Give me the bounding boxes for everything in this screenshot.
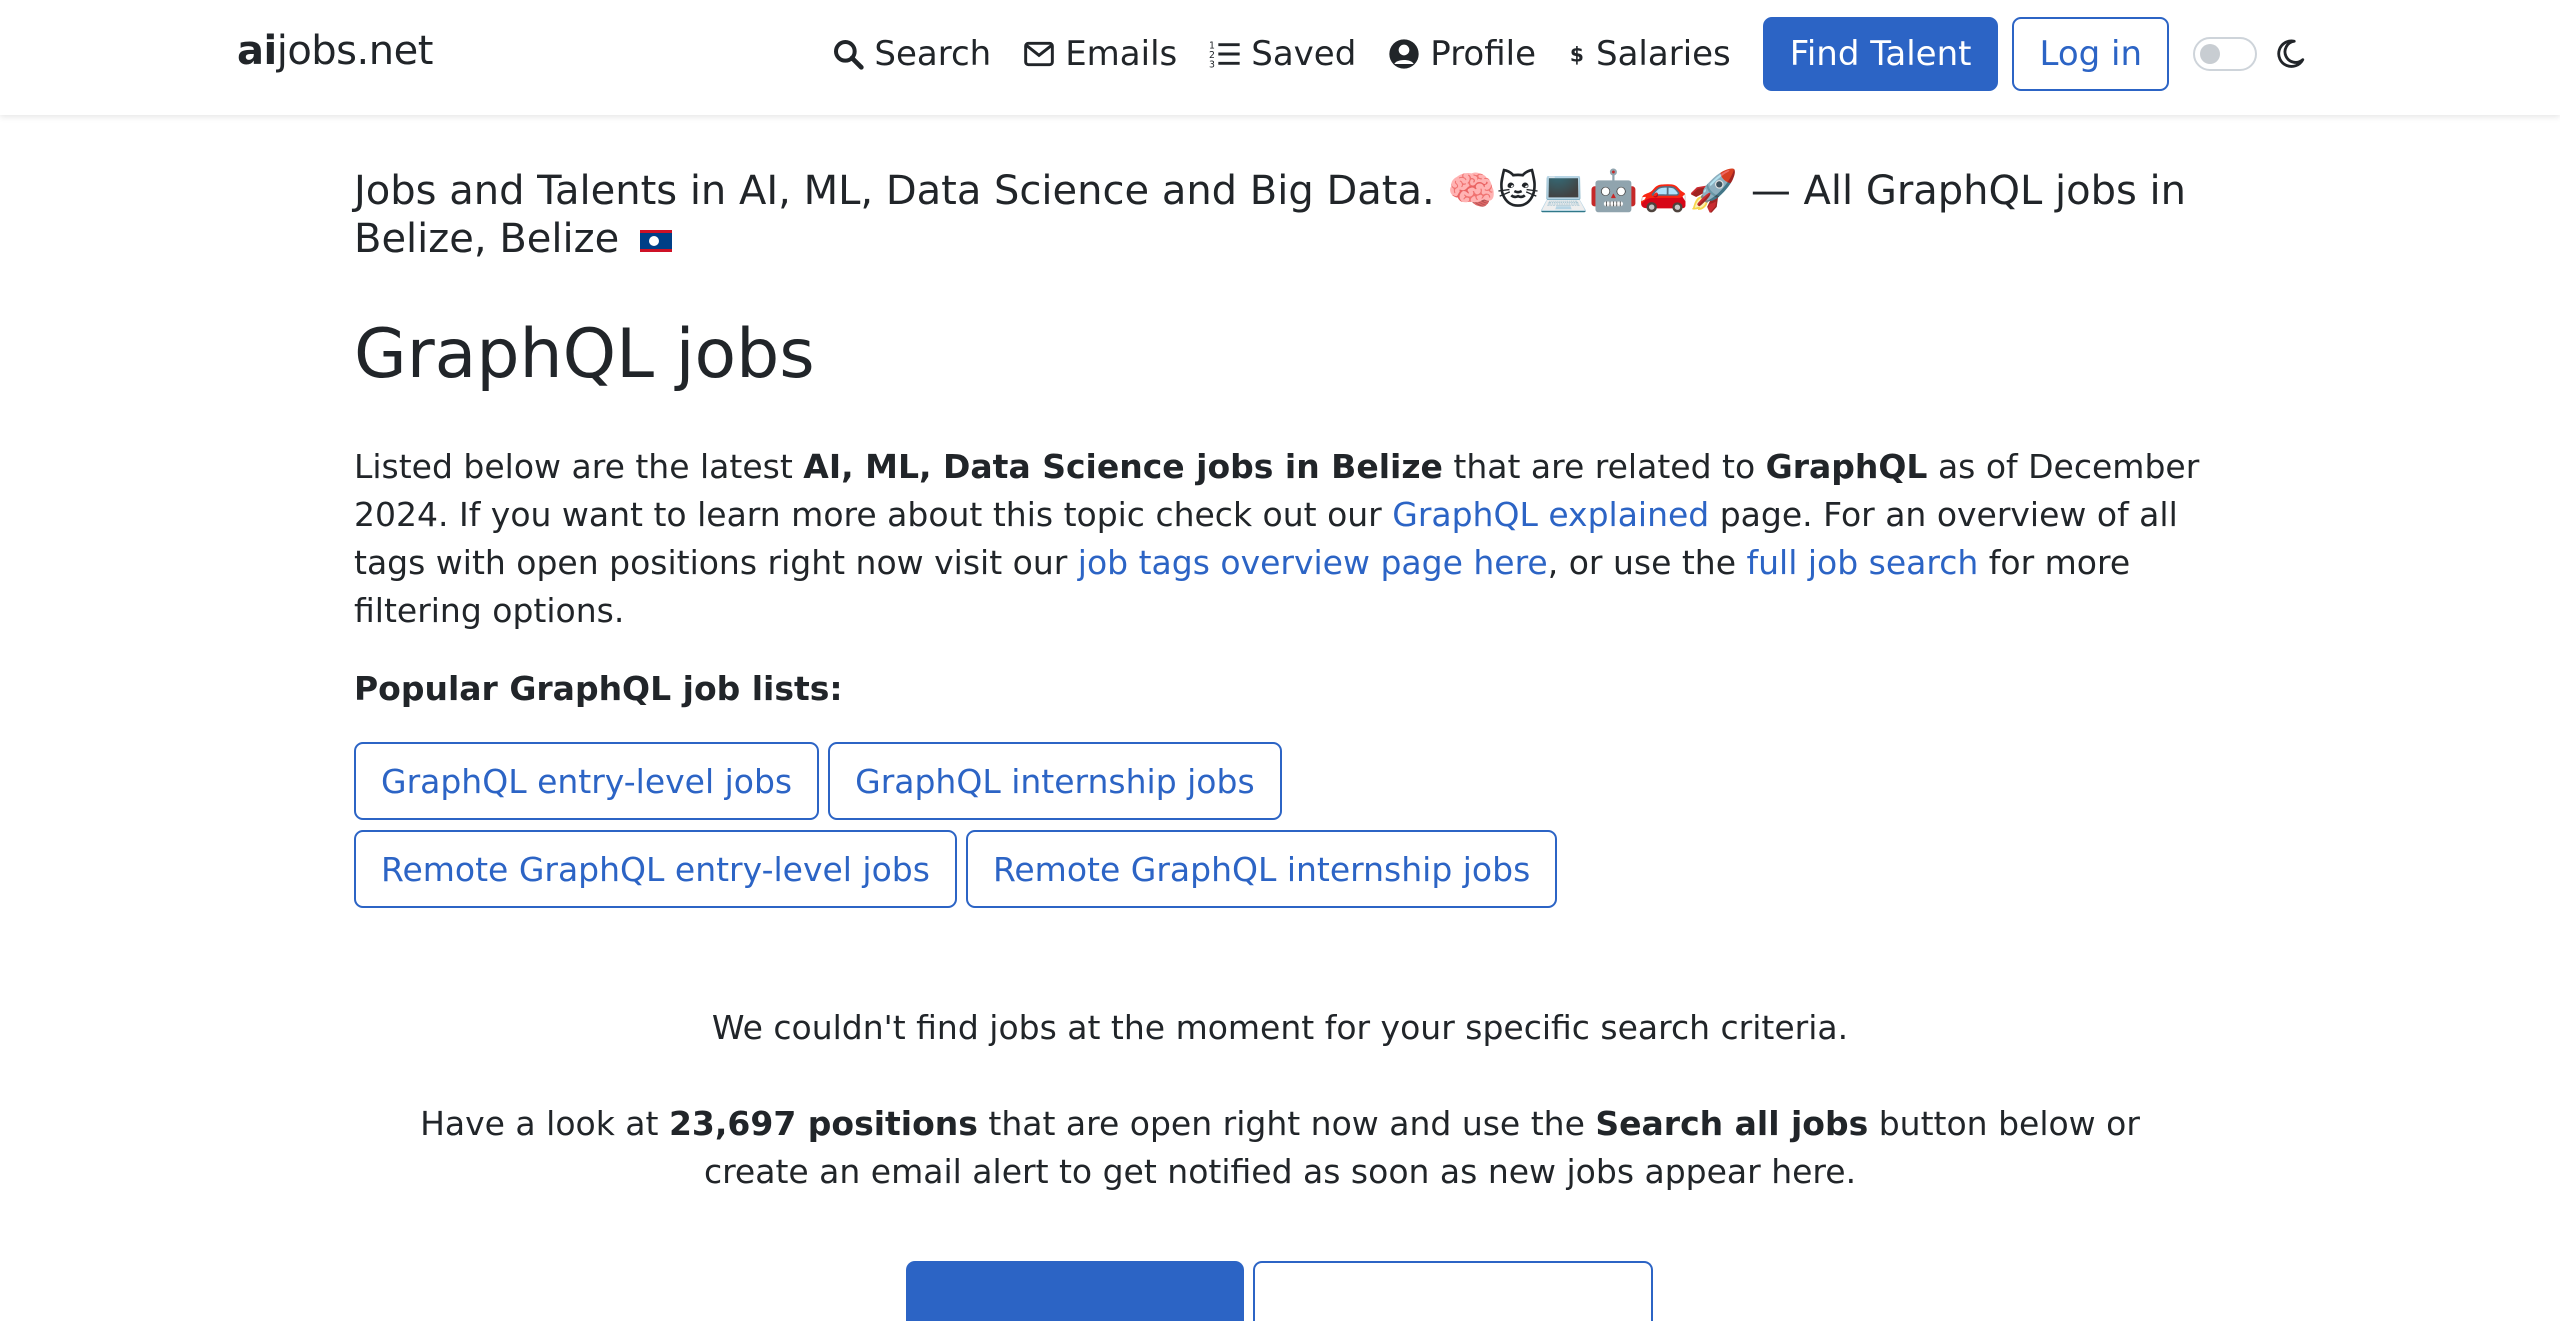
nav-menu: Search Emails 123 Saved Profile $ Salari… — [832, 16, 2307, 92]
tag-remote-graphql-entry-level[interactable]: Remote GraphQL entry-level jobs — [354, 830, 957, 908]
graphql-explained-link[interactable]: GraphQL explained — [1392, 495, 1709, 534]
search-all-jobs-button[interactable] — [906, 1261, 1244, 1321]
nav-salaries-label: Salaries — [1596, 34, 1731, 74]
svg-text:3: 3 — [1209, 59, 1215, 70]
create-email-alert-button[interactable] — [1253, 1261, 1653, 1321]
main-content: Jobs and Talents in AI, ML, Data Science… — [354, 115, 2206, 918]
page-title: GraphQL jobs — [354, 315, 815, 394]
dark-mode-toggle[interactable] — [2193, 37, 2257, 71]
moon-icon — [2273, 37, 2307, 71]
nav-profile-label: Profile — [1430, 34, 1537, 74]
nav-profile-link[interactable]: Profile — [1388, 34, 1536, 74]
lead-text: Jobs and Talents in AI, ML, Data Science… — [354, 168, 2187, 262]
nav-search-link[interactable]: Search — [832, 34, 991, 74]
no-jobs-message: We couldn't find jobs at the moment for … — [711, 1008, 1849, 1047]
nav-saved-link[interactable]: 123 Saved — [1209, 34, 1356, 74]
top-navbar: aijobs.net Search Emails 123 Saved Profi… — [0, 0, 2560, 115]
nav-emails-label: Emails — [1065, 34, 1178, 74]
log-in-button[interactable]: Log in — [2012, 17, 2169, 91]
find-talent-button[interactable]: Find Talent — [1762, 17, 1999, 91]
empty-state-actions — [906, 1261, 1653, 1321]
site-logo[interactable]: aijobs.net — [237, 28, 433, 74]
list-icon: 123 — [1209, 41, 1240, 70]
dollar-icon: $ — [1570, 42, 1584, 66]
open-positions-message: Have a look at 23,697 positions that are… — [420, 1104, 2140, 1191]
nav-saved-label: Saved — [1251, 34, 1357, 74]
search-icon — [834, 40, 865, 70]
intro-paragraph: Listed below are the latest AI, ML, Data… — [354, 447, 2200, 630]
tag-remote-graphql-internship[interactable]: Remote GraphQL internship jobs — [965, 830, 1558, 908]
envelope-icon — [1024, 41, 1055, 67]
popular-tag-list: GraphQL entry-level jobs GraphQL interns… — [354, 742, 1834, 918]
belize-flag-icon — [639, 230, 672, 252]
nav-emails-link[interactable]: Emails — [1023, 34, 1177, 74]
tag-graphql-entry-level[interactable]: GraphQL entry-level jobs — [354, 742, 820, 820]
nav-search-label: Search — [874, 34, 992, 74]
popular-lists-heading: Popular GraphQL job lists: — [354, 669, 843, 708]
svg-text:$: $ — [1570, 42, 1584, 66]
user-circle-icon — [1389, 39, 1419, 69]
tag-graphql-internship[interactable]: GraphQL internship jobs — [828, 742, 1282, 820]
page-lead: Jobs and Talents in AI, ML, Data Science… — [354, 167, 2206, 263]
nav-salaries-link[interactable]: $ Salaries — [1568, 34, 1731, 74]
full-job-search-link[interactable]: full job search — [1747, 543, 1979, 582]
toggle-knob — [2200, 44, 2220, 64]
job-tags-overview-link[interactable]: job tags overview page here — [1078, 543, 1548, 582]
